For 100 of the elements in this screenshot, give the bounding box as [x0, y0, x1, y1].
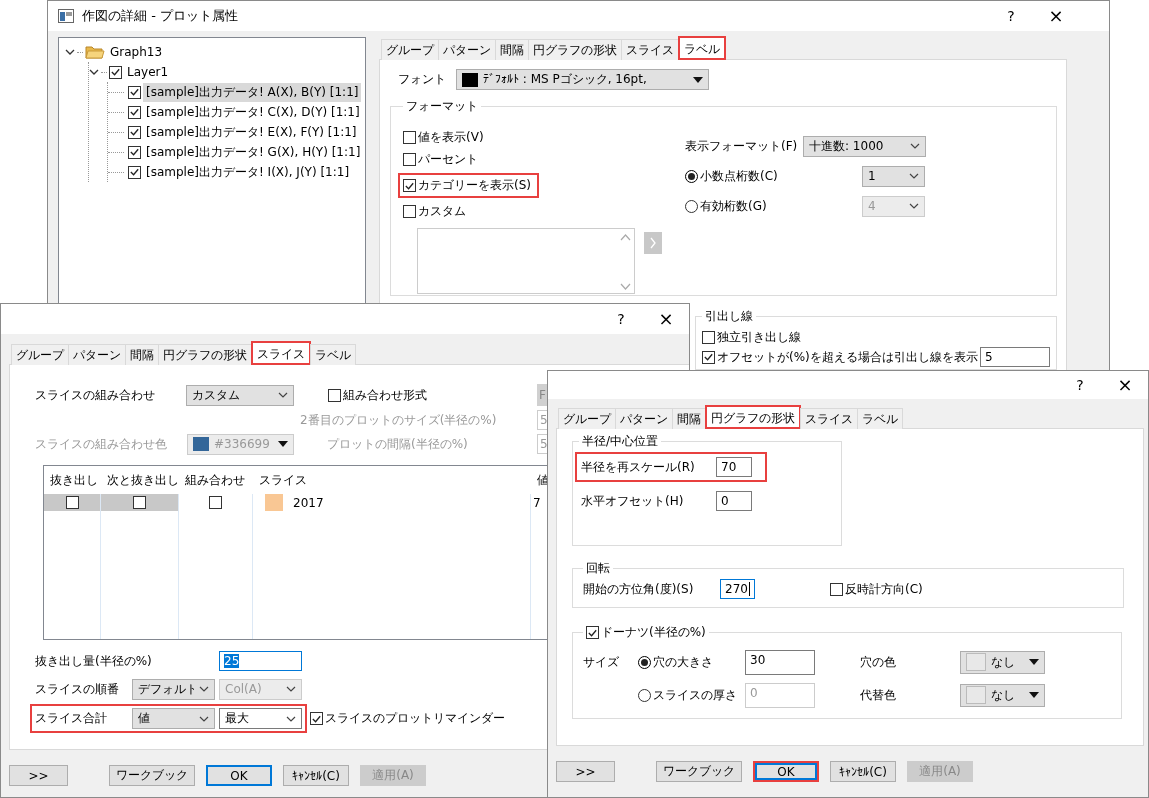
cancel-button[interactable]: ｷｬﾝｾﾙ(C)	[830, 761, 896, 782]
field-label: 水平オフセット(H)	[581, 492, 685, 510]
dropdown[interactable]: なし	[960, 683, 1045, 707]
field-label: スライス合計	[35, 710, 108, 727]
help-button[interactable]: ?	[989, 7, 1033, 25]
checkbox[interactable]: 組み合わせ形式	[328, 386, 537, 404]
workbook-button[interactable]: ワークブック	[109, 765, 195, 786]
expand-button[interactable]: >>	[9, 765, 68, 786]
tab[interactable]: 間隔	[495, 39, 529, 60]
tree-item[interactable]: [sample]出力データ! I(X), J(Y) [1:1]	[143, 162, 353, 182]
column-header: 組み合わせ	[184, 472, 246, 489]
column-header: 次と抜き出し	[106, 472, 179, 489]
checkbox[interactable]: ドーナツ(半径の%)	[586, 624, 706, 641]
checkbox[interactable]: スライスのプロットリマインダー	[310, 710, 505, 727]
tree-item[interactable]: [sample]出力データ! C(X), D(Y) [1:1]	[143, 102, 363, 122]
tab[interactable]: グループ	[558, 408, 616, 429]
checkbox[interactable]: カテゴリーを表示(S)	[398, 173, 539, 198]
checkbox[interactable]	[128, 164, 141, 180]
cancel-button[interactable]: ｷｬﾝｾﾙ(C)	[283, 765, 349, 786]
tab[interactable]: スライス	[621, 39, 679, 60]
tab[interactable]: 円グラフの形状	[705, 405, 801, 429]
input-field[interactable]: 30	[745, 649, 815, 675]
field-label: 抜き出し量(半径の%)	[35, 652, 153, 670]
tree-item[interactable]: Graph13	[107, 44, 166, 60]
checkbox[interactable]: カスタム	[403, 203, 685, 220]
tab[interactable]: パターン	[68, 344, 126, 365]
tab[interactable]: 円グラフの形状	[158, 344, 252, 365]
field-label: スライスの順番	[35, 680, 120, 698]
tab[interactable]: ラベル	[310, 344, 356, 365]
field-label: 表示フォーマット(F)	[685, 137, 799, 155]
tab[interactable]: 間隔	[672, 408, 706, 429]
radio-button[interactable]: 小数点桁数(C)	[685, 167, 862, 185]
checkbox[interactable]: 値を表示(V)	[403, 129, 685, 146]
checkbox[interactable]	[128, 124, 141, 140]
folder-icon	[85, 44, 105, 60]
checkbox[interactable]	[65, 494, 79, 511]
checkbox[interactable]: 反時計方向(C)	[830, 580, 923, 598]
dropdown[interactable]: なし	[960, 650, 1045, 674]
help-button[interactable]: ?	[599, 310, 643, 328]
tab[interactable]: ラベル	[857, 408, 903, 429]
input-field[interactable]: 0	[716, 491, 752, 511]
tab[interactable]: ラベル	[678, 36, 726, 60]
field-label: 開始の方位角(度)(S)	[583, 580, 695, 598]
help-button[interactable]: ?	[1058, 376, 1102, 394]
tab[interactable]: 円グラフの形状	[528, 39, 622, 60]
tree-item[interactable]: Layer1	[124, 64, 172, 80]
tab[interactable]: 間隔	[125, 344, 159, 365]
window-icon	[58, 9, 74, 23]
ok-button[interactable]: OK	[753, 761, 819, 782]
input-field[interactable]: 5	[980, 347, 1050, 367]
checkbox[interactable]: オフセットが(%)を超える場合は引出し線を表示	[702, 348, 978, 366]
radio-button[interactable]: 有効桁数(G)	[685, 197, 862, 215]
dropdown[interactable]: 値	[132, 708, 215, 729]
tab[interactable]: パターン	[615, 408, 673, 429]
checkbox[interactable]	[128, 104, 141, 120]
field-label: 2番目のプロットのサイズ(半径の%)	[300, 411, 498, 429]
dropdown[interactable]: 十進数: 1000	[803, 135, 926, 157]
input-field[interactable]: 270	[720, 579, 755, 599]
chevron-down-icon	[909, 173, 919, 179]
chevron-right-icon	[649, 237, 657, 249]
tree-item[interactable]: [sample]出力データ! E(X), F(Y) [1:1]	[143, 122, 360, 142]
tree-item[interactable]: [sample]出力データ! G(X), H(Y) [1:1]	[143, 142, 364, 162]
close-button[interactable]: ×	[643, 310, 689, 328]
color-swatch	[966, 686, 986, 704]
triangle-down-icon	[278, 441, 288, 447]
tab[interactable]: スライス	[251, 341, 311, 365]
triangle-down-icon	[1029, 692, 1039, 698]
checkbox[interactable]	[133, 494, 146, 511]
ok-button[interactable]: OK	[206, 765, 272, 786]
tree-item[interactable]: [sample]出力データ! A(X), B(Y) [1:1]	[143, 82, 362, 102]
workbook-button[interactable]: ワークブック	[656, 761, 742, 782]
checkbox[interactable]	[128, 84, 141, 100]
field-label: サイズ	[583, 653, 620, 671]
tab[interactable]: スライス	[800, 408, 858, 429]
close-button[interactable]: ×	[1102, 376, 1148, 394]
radio-button[interactable]: 穴の大きさ	[638, 653, 745, 671]
input-field[interactable]: 70	[716, 457, 752, 477]
radio-button[interactable]: スライスの厚さ	[638, 686, 745, 704]
group-label: フォーマット	[405, 98, 479, 115]
checkbox[interactable]	[128, 144, 141, 160]
tab[interactable]: グループ	[11, 344, 69, 365]
expand-button[interactable]: >>	[556, 761, 615, 782]
dropdown[interactable]: 最大	[219, 708, 302, 729]
checkbox[interactable]	[209, 494, 222, 511]
group-label: 引出し線	[704, 308, 754, 325]
dropdown[interactable]: 1	[862, 165, 925, 187]
close-button[interactable]: ×	[1033, 7, 1079, 25]
window-title: 作図の詳細 - プロット属性	[82, 7, 238, 25]
dropdown[interactable]: カスタム	[186, 384, 294, 406]
tab[interactable]: パターン	[438, 39, 496, 60]
input-field[interactable]: 25	[219, 651, 302, 671]
checkmark-icon	[129, 106, 140, 118]
checkmark-icon	[129, 86, 140, 98]
dropdown[interactable]: ﾃﾞﾌｫﾙﾄ : MS Pゴシック, 16pt,	[456, 69, 709, 90]
checkbox[interactable]	[109, 64, 122, 80]
checkbox[interactable]: パーセント	[403, 151, 685, 168]
column-header: スライス	[258, 472, 308, 489]
tab[interactable]: グループ	[381, 39, 439, 60]
checkbox[interactable]: 独立引き出し線	[702, 328, 801, 346]
chevron-down-icon	[278, 392, 288, 398]
